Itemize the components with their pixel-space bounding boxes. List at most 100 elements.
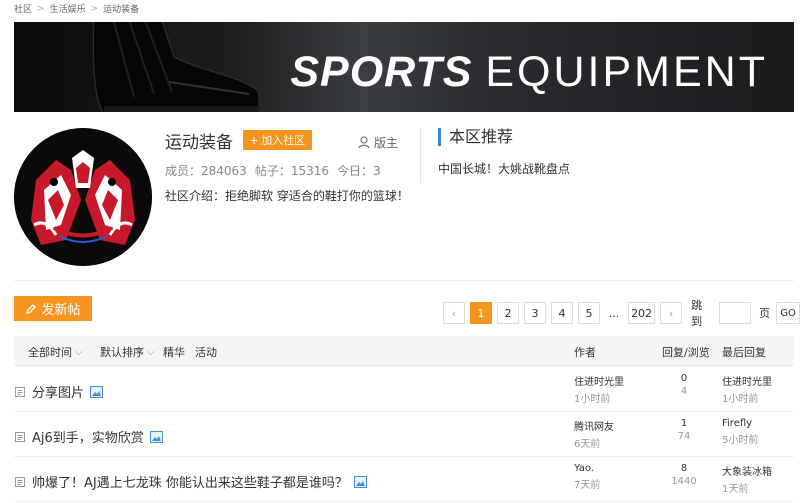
thread-counts: 0 4: [659, 373, 709, 397]
member-count: 成员：284063: [165, 164, 247, 178]
sneaker-image: [92, 22, 260, 112]
thread-last-reply: Firefly 5小时前: [722, 418, 758, 446]
image-icon: [90, 385, 104, 398]
image-icon: [149, 430, 163, 443]
page-button-last[interactable]: 202: [628, 302, 656, 324]
page-number-input[interactable]: [719, 302, 752, 324]
last-reply-user-link[interactable]: 住进时光里: [722, 373, 772, 388]
breadcrumb-separator-icon: >: [90, 3, 99, 14]
reply-count: 1: [680, 418, 688, 429]
community-banner: SPORTS EQUIPMENT: [14, 22, 794, 112]
page-unit-label: 页: [759, 307, 771, 320]
jordan-artwork-image: [14, 128, 152, 266]
last-reply-time: 1小时前: [722, 394, 759, 405]
page-button-5[interactable]: 5: [578, 302, 600, 324]
thread-title-link[interactable]: 分享图片: [32, 382, 84, 401]
info-divider: [420, 128, 421, 183]
page-button-2[interactable]: 2: [497, 302, 519, 324]
plus-icon: +: [250, 132, 259, 148]
page-button-4[interactable]: 4: [551, 302, 573, 324]
next-page-button[interactable]: ›: [660, 302, 683, 324]
sort-dropdown[interactable]: 默认排序 ⌵: [100, 344, 155, 360]
go-button[interactable]: GO: [776, 302, 800, 324]
page-button-1[interactable]: 1: [470, 302, 492, 324]
filter-best-tab[interactable]: 精华: [163, 344, 185, 360]
user-icon: [358, 136, 370, 149]
author-column-header: 作者: [574, 346, 596, 359]
last-reply-user-link[interactable]: 大象装冰箱: [722, 463, 772, 478]
today-count: 今日：3: [337, 164, 381, 178]
banner-title: SPORTS EQUIPMENT: [290, 48, 768, 97]
breadcrumb-item-current[interactable]: 运动装备: [103, 2, 139, 15]
new-post-label: 发新帖: [41, 302, 81, 317]
thread-row[interactable]: 帅爆了！AJ遇上七龙珠 你能认出来这些鞋子都是谁吗？ Yao. 7天前 8 14…: [14, 457, 794, 502]
community-info: 运动装备 + 加入社区 版主 成员：284063 帖子：15316 今日：3 社…: [165, 128, 409, 204]
view-count: 74: [677, 431, 691, 442]
community-name: 运动装备: [165, 132, 233, 153]
breadcrumb: 社区 > 生活娱乐 > 运动装备: [14, 2, 139, 16]
community-stats: 成员：284063 帖子：15316 今日：3: [165, 162, 405, 179]
last-reply-time: 5小时前: [722, 435, 759, 446]
breadcrumb-separator-icon: >: [37, 3, 45, 14]
section-divider: [14, 280, 794, 281]
thread-row[interactable]: 分享图片 住进时光里 1小时前 0 4 住进时光里 1小时前: [14, 367, 794, 412]
community-avatar: [14, 128, 152, 266]
reply-count: 0: [680, 373, 688, 384]
reply-count: 8: [680, 463, 688, 474]
community-intro: 社区介绍：拒绝脚软 穿适合的鞋打你的篮球！: [165, 189, 409, 203]
pagination: ‹ 1 2 3 4 5 ... 202 › 跳到 页 GO: [443, 297, 800, 329]
thread-title-wrap: Aj6到手，实物欣赏: [14, 427, 163, 446]
thread-counts: 1 74: [659, 418, 709, 442]
image-icon: [353, 475, 367, 488]
last-reply-column-header: 最后回复: [722, 346, 766, 359]
time-filter-dropdown[interactable]: 全部时间 ⌵: [28, 344, 83, 360]
thread-author: 住进时光里 1小时前: [574, 373, 624, 405]
thread-title-wrap: 帅爆了！AJ遇上七龙珠 你能认出来这些鞋子都是谁吗？: [14, 472, 367, 491]
filter-activity-tab[interactable]: 活动: [195, 344, 217, 360]
author-name-link[interactable]: 腾讯网友: [574, 418, 614, 433]
author-time: 6天前: [574, 439, 601, 450]
banner-title-bold: SPORTS: [290, 48, 473, 96]
view-count: 4: [680, 386, 688, 397]
chevron-down-icon: ⌵: [147, 346, 155, 358]
author-name-link[interactable]: Yao.: [574, 463, 600, 474]
sort-label: 默认排序: [100, 346, 144, 359]
thread-title-link[interactable]: 帅爆了！AJ遇上七龙珠 你能认出来这些鞋子都是谁吗？: [32, 472, 348, 491]
replies-column-header: 回复/浏览: [662, 346, 710, 359]
author-name-link[interactable]: 住进时光里: [574, 373, 624, 388]
last-reply-user-link[interactable]: Firefly: [722, 418, 758, 429]
new-post-button[interactable]: 发新帖: [14, 296, 92, 321]
join-community-button[interactable]: + 加入社区: [243, 130, 313, 150]
thread-author: Yao. 7天前: [574, 463, 600, 491]
thread-title-link[interactable]: Aj6到手，实物欣赏: [32, 427, 144, 446]
document-icon: [15, 386, 25, 397]
document-icon: [15, 431, 25, 442]
thread-row[interactable]: Aj6到手，实物欣赏 腾讯网友 6天前 1 74 Firefly 5小时前: [14, 412, 794, 457]
post-count: 帖子：15316: [254, 164, 329, 178]
page-ellipsis: ...: [605, 302, 623, 324]
time-filter-label: 全部时间: [28, 346, 72, 359]
author-time: 1小时前: [574, 394, 611, 405]
jump-to-label: 跳到: [691, 299, 703, 328]
author-time: 7天前: [574, 480, 601, 491]
thread-last-reply: 大象装冰箱 1天前: [722, 463, 772, 495]
view-count: 1440: [671, 476, 697, 487]
breadcrumb-item-lifestyle[interactable]: 生活娱乐: [50, 2, 86, 15]
prev-page-button[interactable]: ‹: [443, 302, 465, 324]
thread-author: 腾讯网友 6天前: [574, 418, 614, 450]
last-reply-time: 1天前: [722, 484, 749, 495]
breadcrumb-item-community[interactable]: 社区: [14, 2, 32, 15]
document-icon: [15, 476, 25, 487]
recommend-item-link[interactable]: 中国长城！大姚战靴盘点: [438, 160, 570, 177]
thread-last-reply: 住进时光里 1小时前: [722, 373, 772, 405]
thread-title-wrap: 分享图片: [14, 382, 104, 401]
join-community-label: 加入社区: [261, 135, 306, 147]
page-button-3[interactable]: 3: [524, 302, 546, 324]
banner-title-light: EQUIPMENT: [485, 48, 768, 96]
chevron-down-icon: ⌵: [75, 346, 83, 358]
moderator-label: 版主: [374, 136, 399, 150]
pencil-icon: [26, 303, 37, 314]
thread-table-header: 全部时间 ⌵ 默认排序 ⌵ 精华 活动 作者 回复/浏览 最后回复: [14, 336, 794, 366]
recommend-title: 本区推荐: [438, 128, 513, 146]
moderator-link[interactable]: 版主: [358, 134, 398, 151]
